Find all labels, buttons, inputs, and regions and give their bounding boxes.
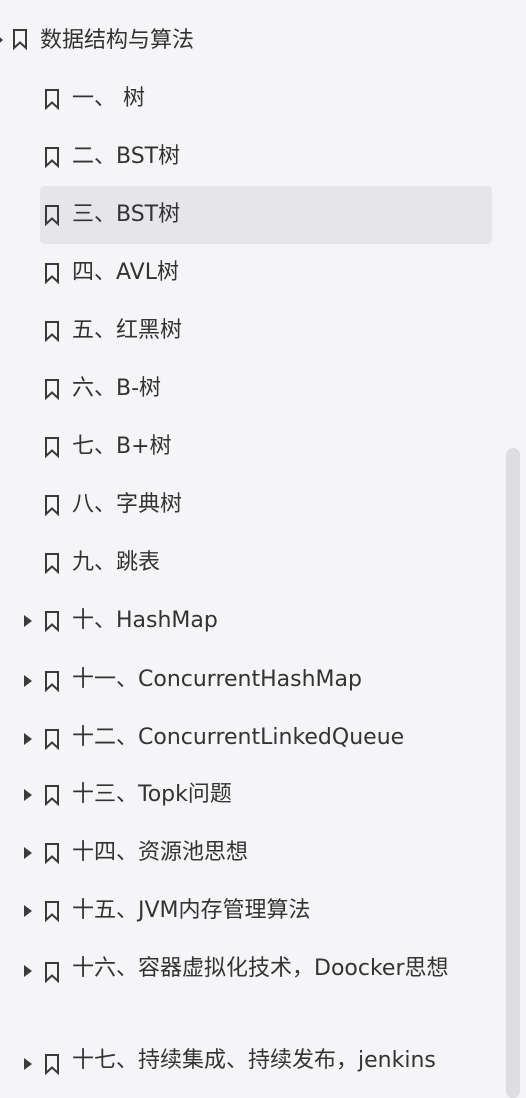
bookmark-item[interactable]: 五、红黑树	[0, 302, 500, 360]
bookmark-item[interactable]: 十五、JVM内存管理算法	[0, 882, 500, 940]
bookmark-label: 四、AVL树	[72, 260, 179, 285]
bookmark-item[interactable]: 十三、Topk问题	[0, 766, 500, 824]
bookmark-label: 十五、JVM内存管理算法	[72, 898, 311, 923]
bookmark-item[interactable]: 十六、容器虚拟化技术，Doocker思想	[0, 940, 500, 1030]
bookmarks-panel: 数据结构与算法 一、 树 二、BST树 三、BST树 四、AVL树 五、红黑树 …	[0, 0, 526, 1098]
bookmark-icon	[44, 670, 60, 692]
bookmark-item[interactable]: 十、HashMap	[0, 592, 500, 650]
bookmark-label: 十一、ConcurrentHashMap	[72, 667, 362, 692]
bookmark-item[interactable]: 十七、持续集成、持续发布，jenkins	[0, 1032, 500, 1090]
bookmark-label: 十六、容器虚拟化技术，Doocker思想	[72, 956, 449, 981]
caret-right-icon[interactable]	[24, 1058, 32, 1070]
bookmark-item[interactable]: 九、跳表	[0, 534, 500, 592]
bookmark-icon	[44, 494, 60, 516]
bookmark-label: 十、HashMap	[72, 608, 218, 633]
bookmark-label: 八、字典树	[72, 492, 183, 517]
caret-right-icon[interactable]	[24, 615, 32, 627]
caret-right-icon[interactable]	[24, 789, 32, 801]
bookmark-icon	[44, 204, 60, 226]
bookmark-icon	[44, 436, 60, 458]
bookmark-label: 一、 树	[72, 86, 145, 111]
bookmark-label: 七、B+树	[72, 434, 172, 459]
bookmark-label: 十四、资源池思想	[72, 840, 249, 865]
bookmark-label: 三、BST树	[72, 202, 181, 227]
bookmark-item[interactable]: 十四、资源池思想	[0, 824, 500, 882]
bookmark-icon	[44, 842, 60, 864]
bookmark-item[interactable]: 四、AVL树	[0, 244, 500, 302]
bookmark-item[interactable]: 七、B+树	[0, 418, 500, 476]
bookmark-item[interactable]: 一、 树	[0, 70, 500, 128]
bookmark-icon	[44, 552, 60, 574]
bookmark-item[interactable]: 六、B-树	[0, 360, 500, 418]
bookmark-item[interactable]: 八、字典树	[0, 476, 500, 534]
bookmark-icon	[12, 28, 28, 50]
bookmark-root[interactable]: 数据结构与算法	[0, 18, 500, 64]
bookmark-icon	[44, 88, 60, 110]
bookmark-label: 六、B-树	[72, 376, 162, 401]
bookmark-icon	[44, 320, 60, 342]
bookmark-label: 十二、ConcurrentLinkedQueue	[72, 725, 405, 750]
caret-right-icon[interactable]	[24, 965, 32, 977]
bookmark-label: 十三、Topk问题	[72, 782, 232, 807]
bookmark-icon	[44, 610, 60, 632]
bookmark-icon	[44, 728, 60, 750]
bookmark-item[interactable]: 十二、ConcurrentLinkedQueue	[0, 709, 500, 767]
bookmark-label: 十七、持续集成、持续发布，jenkins	[72, 1048, 436, 1073]
bookmark-label: 九、跳表	[72, 550, 161, 575]
bookmark-icon	[44, 262, 60, 284]
caret-right-icon[interactable]	[24, 733, 32, 745]
bookmark-icon	[44, 1053, 60, 1075]
caret-right-icon[interactable]	[24, 675, 32, 687]
bookmark-icon	[44, 784, 60, 806]
bookmark-icon	[44, 961, 60, 983]
bookmark-icon	[44, 146, 60, 168]
bookmark-icon	[44, 378, 60, 400]
bookmark-item[interactable]: 二、BST树	[0, 128, 500, 186]
bookmark-item-selected[interactable]: 三、BST树	[0, 186, 500, 244]
bookmark-label: 五、红黑树	[72, 318, 183, 343]
caret-right-icon[interactable]	[0, 34, 3, 46]
bookmark-icon	[44, 900, 60, 922]
bookmark-label: 数据结构与算法	[40, 28, 195, 53]
bookmark-item[interactable]: 十一、ConcurrentHashMap	[0, 651, 500, 709]
scrollbar-thumb[interactable]	[506, 448, 520, 1098]
caret-right-icon[interactable]	[24, 905, 32, 917]
caret-right-icon[interactable]	[24, 847, 32, 859]
bookmark-label: 二、BST树	[72, 144, 181, 169]
